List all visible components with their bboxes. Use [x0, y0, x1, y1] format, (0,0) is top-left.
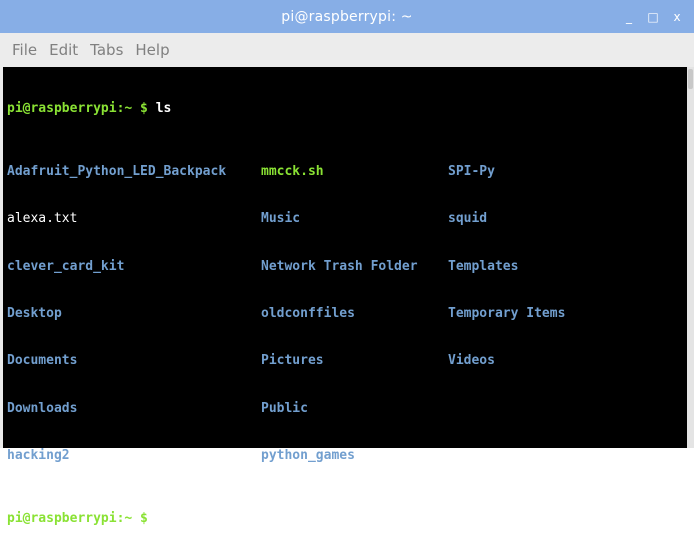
current-prompt-line: pi@raspberrypi:~ $: [7, 511, 687, 527]
listing-row: clever_card_kit Network Trash Folder Tem…: [7, 259, 687, 275]
prompt: pi@raspberrypi:~ $: [7, 100, 148, 116]
listing-entry: Videos: [448, 353, 495, 369]
listing-row: Documents Pictures Videos: [7, 353, 687, 369]
prompt: pi@raspberrypi:~ $: [7, 511, 148, 527]
listing-entry: mmcck.sh: [261, 163, 324, 179]
menu-file[interactable]: File: [12, 41, 37, 59]
listing-entry: squid: [448, 211, 488, 227]
listing-row: hacking2 python_games: [7, 448, 687, 464]
close-icon[interactable]: x: [670, 10, 684, 24]
command-text: ls: [147, 100, 172, 116]
listing-entry: alexa.txt: [7, 211, 78, 227]
terminal-window: pi@raspberrypi: ~ _ □ x File Edit Tabs H…: [0, 0, 694, 526]
window-title: pi@raspberrypi: ~: [281, 8, 413, 25]
title-bar[interactable]: pi@raspberrypi: ~ _ □ x: [0, 0, 694, 33]
listing-row: Adafruit_Python_LED_Backpack mmcck.sh SP…: [7, 164, 687, 180]
listing-entry: SPI-Py: [448, 163, 495, 179]
listing-entry: oldconffiles: [261, 305, 355, 321]
listing-entry: Music: [261, 211, 301, 227]
scrollbar[interactable]: [687, 67, 694, 448]
minimize-icon[interactable]: _: [622, 10, 636, 24]
command-line: pi@raspberrypi:~ $ ls: [7, 101, 687, 117]
listing-entry: Templates: [448, 258, 519, 274]
maximize-icon[interactable]: □: [646, 10, 660, 24]
listing-entry: Documents: [7, 353, 78, 369]
listing-row: Downloads Public: [7, 401, 687, 417]
listing-entry: clever_card_kit: [7, 258, 125, 274]
scroll-thumb[interactable]: [688, 69, 693, 89]
text-cursor: [150, 511, 158, 526]
window-controls: _ □ x: [622, 0, 684, 33]
listing-row: alexa.txt Music squid: [7, 211, 687, 227]
listing-entry: Public: [261, 400, 308, 416]
listing-entry: Downloads: [7, 400, 78, 416]
listing-entry: Desktop: [7, 305, 62, 321]
menu-tabs[interactable]: Tabs: [90, 41, 123, 59]
listing-entry: python_games: [261, 448, 355, 464]
menu-edit[interactable]: Edit: [49, 41, 78, 59]
listing-entry: Temporary Items: [448, 305, 566, 321]
listing-entry: Network Trash Folder: [261, 258, 418, 274]
listing-entry: Adafruit_Python_LED_Backpack: [7, 163, 227, 179]
listing-entry: Pictures: [261, 353, 324, 369]
menu-bar: File Edit Tabs Help: [0, 33, 694, 67]
listing-row: Desktop oldconffiles Temporary Items: [7, 306, 687, 322]
listing-entry: hacking2: [7, 448, 70, 464]
menu-help[interactable]: Help: [135, 41, 169, 59]
terminal-output[interactable]: pi@raspberrypi:~ $ ls Adafruit_Python_LE…: [3, 67, 687, 526]
